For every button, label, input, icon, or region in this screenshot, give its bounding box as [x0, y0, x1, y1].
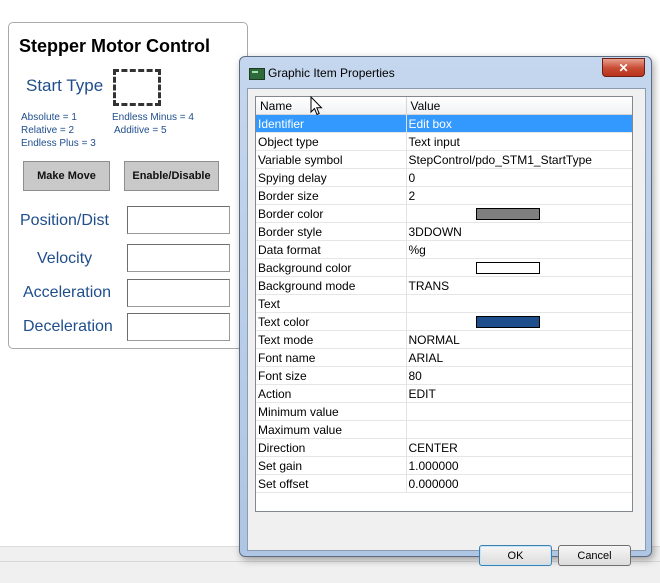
property-value[interactable]: Text input	[406, 132, 632, 151]
property-value[interactable]: 80	[406, 366, 632, 385]
graphic-item-properties-dialog: Graphic Item Properties ✕ Name Value Ide…	[239, 56, 652, 566]
property-row[interactable]: Text color	[256, 312, 632, 331]
dialog-client: Name Value Identifier Edit box Object type…	[247, 88, 646, 551]
property-value[interactable]: CENTER	[406, 438, 632, 457]
property-name: Set offset	[256, 474, 407, 493]
property-value[interactable]: Edit box	[406, 114, 632, 133]
property-name: Border style	[256, 222, 407, 241]
property-value[interactable]: TRANS	[406, 276, 632, 295]
legend-left: Absolute = 1 Relative = 2 Endless Plus =…	[21, 111, 96, 150]
column-header-name[interactable]: Name	[256, 97, 407, 115]
property-row[interactable]: Direction CENTER	[256, 438, 632, 457]
legend-item: Absolute = 1	[21, 112, 77, 123]
property-row[interactable]: Font size 80	[256, 366, 632, 385]
legend-item: Relative = 2	[21, 125, 75, 136]
property-value[interactable]	[406, 402, 632, 421]
property-name: Variable symbol	[256, 150, 407, 169]
property-row[interactable]: Border color	[256, 204, 632, 223]
property-row[interactable]: Background mode TRANS	[256, 276, 632, 295]
property-value[interactable]: 1.000000	[406, 456, 632, 475]
property-name: Border color	[256, 204, 407, 223]
velocity-label: Velocity	[37, 250, 93, 267]
color-swatch	[476, 207, 540, 220]
property-row[interactable]: Set offset 0.000000	[256, 474, 632, 493]
property-row[interactable]: Data format %g	[256, 240, 632, 259]
property-value[interactable]: ARIAL	[406, 348, 632, 367]
property-name: Action	[256, 384, 407, 403]
property-name: Font size	[256, 366, 407, 385]
property-name: Background mode	[256, 276, 407, 295]
property-name: Border size	[256, 186, 407, 205]
acceleration-label: Acceleration	[23, 284, 112, 301]
velocity-input[interactable]	[127, 244, 230, 272]
property-value[interactable]: 2	[406, 186, 632, 205]
property-name: Maximum value	[256, 420, 407, 439]
start-type-input[interactable]	[113, 69, 161, 106]
property-row[interactable]: Object type Text input	[256, 132, 632, 151]
property-name: Object type	[256, 132, 407, 151]
property-row[interactable]: Border size 2	[256, 186, 632, 205]
property-row[interactable]: Minimum value	[256, 402, 632, 421]
property-row[interactable]: Variable symbol StepControl/pdo_STM1_Star…	[256, 150, 632, 169]
acceleration-input[interactable]	[127, 279, 230, 307]
close-button[interactable]: ✕	[602, 58, 645, 77]
property-value[interactable]: 0.000000	[406, 474, 632, 493]
close-icon: ✕	[618, 60, 629, 75]
property-value[interactable]: NORMAL	[406, 330, 632, 349]
app-icon	[249, 68, 265, 80]
property-table: Name Value Identifier Edit box Object type…	[256, 97, 632, 493]
property-row[interactable]: Set gain 1.000000	[256, 456, 632, 475]
column-header-value[interactable]: Value	[406, 97, 632, 115]
property-row[interactable]: Text	[256, 294, 632, 313]
property-name: Background color	[256, 258, 407, 277]
property-value[interactable]	[406, 204, 632, 223]
property-value[interactable]: 3DDOWN	[406, 222, 632, 241]
property-grid[interactable]: Name Value Identifier Edit box Object type…	[255, 96, 633, 512]
property-value[interactable]: 0	[406, 168, 632, 187]
dialog-titlebar[interactable]: Graphic Item Properties ✕	[240, 57, 651, 87]
legend-item: Endless Plus = 3	[21, 138, 96, 149]
property-name: Set gain	[256, 456, 407, 475]
property-name: Font name	[256, 348, 407, 367]
property-value[interactable]: %g	[406, 240, 632, 259]
property-row[interactable]: Maximum value	[256, 420, 632, 439]
position-dist-input[interactable]	[127, 206, 230, 234]
panel-title: Stepper Motor Control	[19, 36, 210, 56]
property-row[interactable]: Font name ARIAL	[256, 348, 632, 367]
property-value[interactable]	[406, 258, 632, 277]
property-name: Direction	[256, 438, 407, 457]
ok-button[interactable]: OK	[479, 545, 552, 566]
legend-right: Endless Minus = 4 Additive = 5	[112, 111, 194, 137]
property-value[interactable]	[406, 420, 632, 439]
property-row[interactable]: Spying delay 0	[256, 168, 632, 187]
dialog-title: Graphic Item Properties	[268, 66, 395, 80]
deceleration-label: Deceleration	[23, 318, 113, 335]
property-row[interactable]: Identifier Edit box	[256, 114, 632, 133]
make-move-button[interactable]: Make Move	[23, 161, 110, 191]
property-value[interactable]	[406, 312, 632, 331]
property-row[interactable]: Action EDIT	[256, 384, 632, 403]
property-value[interactable]: StepControl/pdo_STM1_StartType	[406, 150, 632, 169]
property-row[interactable]: Border style 3DDOWN	[256, 222, 632, 241]
property-value[interactable]	[406, 294, 632, 313]
enable-disable-button[interactable]: Enable/Disable	[124, 161, 219, 191]
legend-item: Endless Minus = 4	[112, 112, 194, 123]
property-row[interactable]: Background color	[256, 258, 632, 277]
property-name: Identifier	[256, 114, 407, 133]
property-row[interactable]: Text mode NORMAL	[256, 330, 632, 349]
deceleration-input[interactable]	[127, 313, 230, 341]
property-name: Text	[256, 294, 407, 313]
property-name: Minimum value	[256, 402, 407, 421]
property-name: Spying delay	[256, 168, 407, 187]
color-swatch	[476, 261, 540, 274]
start-type-label: Start Type	[26, 76, 104, 95]
color-swatch	[476, 315, 540, 328]
property-name: Text mode	[256, 330, 407, 349]
cancel-button[interactable]: Cancel	[558, 545, 631, 566]
property-value[interactable]: EDIT	[406, 384, 632, 403]
property-name: Text color	[256, 312, 407, 331]
property-name: Data format	[256, 240, 407, 259]
legend-item: Additive = 5	[114, 125, 167, 136]
position-dist-label: Position/Dist	[20, 212, 109, 229]
